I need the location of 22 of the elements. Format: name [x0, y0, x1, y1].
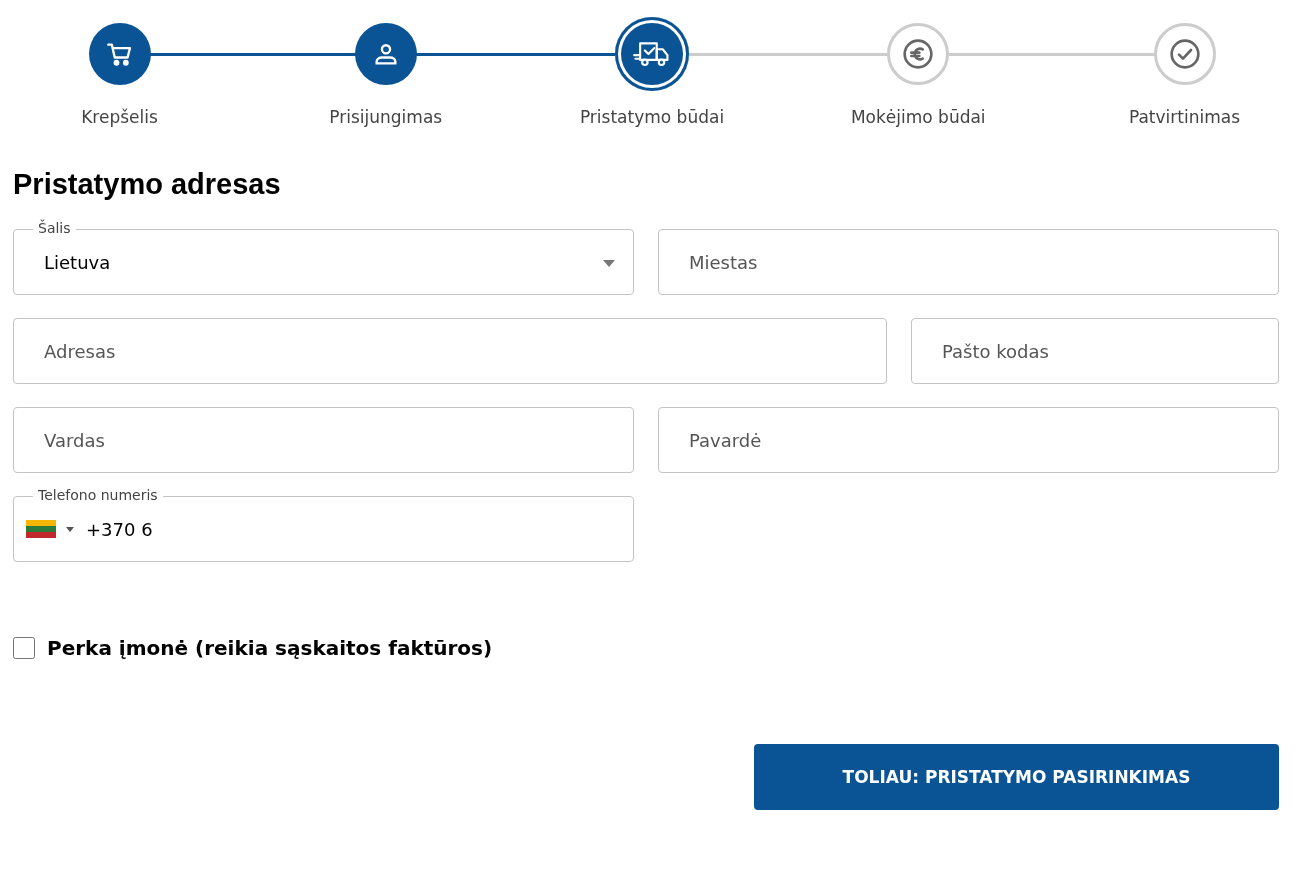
euro-icon: [902, 38, 935, 70]
truck-icon: [633, 39, 671, 69]
step-label: Patvirtinimas: [1128, 107, 1241, 127]
flag-icon: [26, 520, 56, 538]
text-field[interactable]: Vardas: [13, 407, 634, 473]
caret-icon: [603, 260, 615, 267]
check-circle-icon: [1168, 38, 1201, 70]
section-heading: Pristatymo adresas: [13, 168, 282, 201]
step-label: Prisijungimas: [329, 107, 443, 127]
step-label: Mokėjimo būdai: [850, 107, 986, 127]
checkbox-label: Perka įmonė (reikia sąskaitos faktūros): [47, 636, 493, 660]
text-field[interactable]: Pavardė: [658, 407, 1279, 473]
company-checkbox[interactable]: [13, 637, 35, 659]
text-field[interactable]: Miestas: [658, 229, 1279, 295]
text-field[interactable]: Adresas: [13, 318, 887, 384]
text-field[interactable]: Pašto kodas: [911, 318, 1279, 384]
field-label: Telefono numeris: [33, 487, 163, 503]
caret-icon: [66, 526, 74, 532]
step-label: Krepšelis: [81, 107, 158, 127]
next-button[interactable]: TOLIAU: PRISTATYMO PASIRINKIMAS: [754, 744, 1279, 810]
field-label: Šalis: [33, 220, 76, 236]
step-label: Pristatymo būdai: [579, 107, 725, 127]
